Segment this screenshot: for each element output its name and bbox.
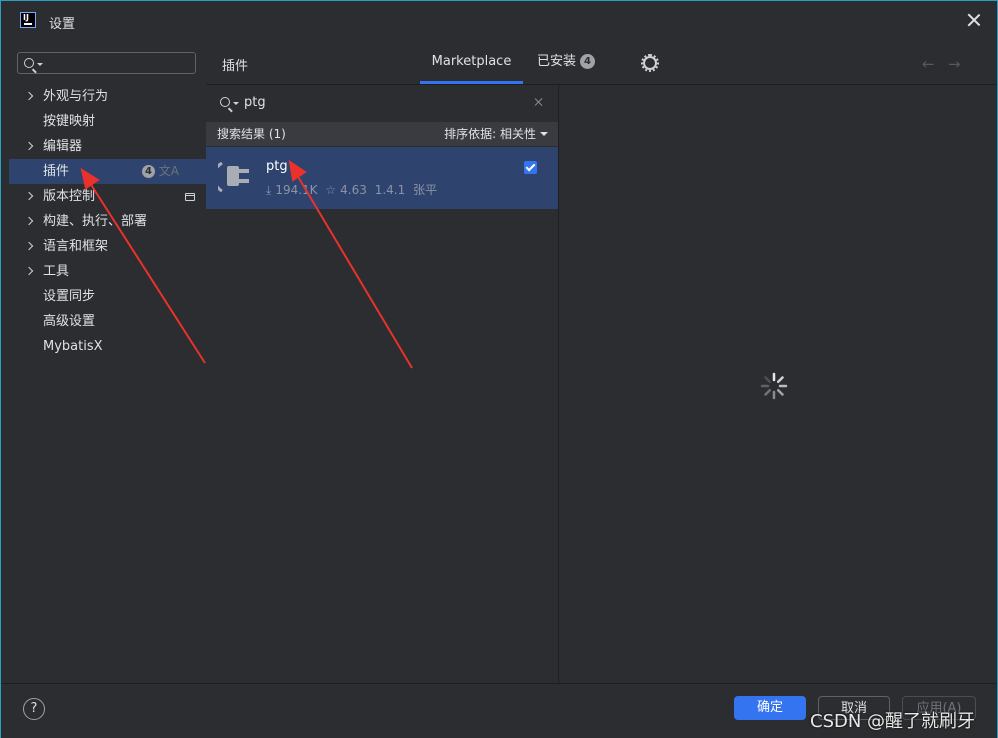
clear-search-icon[interactable] <box>534 97 544 107</box>
close-icon[interactable] <box>965 11 983 29</box>
search-results-header: 搜索结果 (1) 排序依据: 相关性 <box>206 122 558 146</box>
plugin-version: 1.4.1 <box>374 183 406 197</box>
settings-sidebar: 外观与行为 按键映射 编辑器 插件 4 文A 版本控制 构建、执行、部署 语言和… <box>9 41 206 683</box>
search-icon <box>220 97 230 107</box>
sidebar-item-label: MybatisX <box>43 339 103 354</box>
sidebar-search-input[interactable] <box>17 52 196 74</box>
translate-icon: 文A <box>158 164 179 178</box>
plugin-rating: 4.63 <box>340 183 367 197</box>
sidebar-item-tools[interactable]: 工具 <box>9 259 206 284</box>
plugin-meta: ⤓ 194.1K ☆ 4.63 1.4.1 张平 <box>266 181 441 198</box>
plugins-panel: 插件 Marketplace 已安装 4 ← → ptg 搜索结果 (1) 排序依… <box>206 41 997 683</box>
sidebar-item-label: 语言和框架 <box>43 239 109 254</box>
back-arrow-icon[interactable]: ← <box>922 55 935 73</box>
plugins-header: 插件 Marketplace 已安装 4 ← → <box>206 41 997 85</box>
sort-dropdown[interactable]: 排序依据: 相关性 <box>444 122 548 146</box>
chevron-right-icon[interactable] <box>24 216 34 226</box>
help-button[interactable]: ? <box>23 698 45 720</box>
tab-marketplace[interactable]: Marketplace <box>420 41 523 84</box>
tab-installed-label: 已安装 <box>537 54 577 69</box>
gear-icon[interactable] <box>641 54 659 72</box>
forward-arrow-icon[interactable]: → <box>948 55 961 73</box>
download-icon: ⤓ <box>266 183 272 197</box>
page-title: 插件 <box>222 59 249 74</box>
settings-dialog: IJ 设置 外观与行为 按键映射 编辑器 插件 4 文A 版本控制 构建、执行、… <box>0 0 998 738</box>
sidebar-item-label: 按键映射 <box>43 114 96 129</box>
search-icon <box>24 58 34 68</box>
project-scope-icon <box>185 193 195 201</box>
plugin-list-item[interactable]: ptg ⤓ 194.1K ☆ 4.63 1.4.1 张平 <box>206 147 558 209</box>
chevron-right-icon[interactable] <box>24 91 34 101</box>
plugin-detail-pane <box>559 85 997 683</box>
sidebar-item-languages[interactable]: 语言和框架 <box>9 234 206 259</box>
sidebar-item-label: 构建、执行、部署 <box>43 214 148 229</box>
tab-installed[interactable]: 已安装 4 <box>537 41 596 84</box>
sidebar-item-appearance[interactable]: 外观与行为 <box>9 84 206 109</box>
plugin-icon <box>218 161 249 193</box>
sidebar-tree: 外观与行为 按键映射 编辑器 插件 4 文A 版本控制 构建、执行、部署 语言和… <box>9 84 206 359</box>
plugin-search-value: ptg <box>244 95 266 110</box>
title-bar: IJ 设置 <box>1 1 997 41</box>
sidebar-item-advanced[interactable]: 高级设置 <box>9 309 206 334</box>
search-options-chevron-icon <box>37 63 43 66</box>
plugin-vendor: 张平 <box>413 183 438 197</box>
sidebar-item-version-control[interactable]: 版本控制 <box>9 184 206 209</box>
search-options-chevron-icon <box>233 102 239 105</box>
window-title: 设置 <box>49 17 76 32</box>
sidebar-item-label: 设置同步 <box>43 289 96 304</box>
plugin-list-pane: ptg 搜索结果 (1) 排序依据: 相关性 ptg ⤓ 194.1K ☆ 4.63 <box>206 85 559 683</box>
watermark: CSDN @醒了就刷牙 <box>810 711 976 732</box>
sort-label: 排序依据: 相关性 <box>444 127 536 141</box>
sidebar-item-plugins[interactable]: 插件 4 文A <box>9 159 206 184</box>
loading-spinner-icon <box>760 372 788 400</box>
sidebar-item-settings-sync[interactable]: 设置同步 <box>9 284 206 309</box>
sidebar-item-label: 编辑器 <box>43 139 83 154</box>
plugin-installed-checkbox[interactable] <box>524 161 537 174</box>
sidebar-item-keymap[interactable]: 按键映射 <box>9 109 206 134</box>
chevron-right-icon[interactable] <box>24 266 34 276</box>
star-icon: ☆ <box>325 183 337 197</box>
sidebar-item-editor[interactable]: 编辑器 <box>9 134 206 159</box>
plugin-name: ptg <box>266 159 288 174</box>
chevron-right-icon[interactable] <box>24 241 34 251</box>
ok-button[interactable]: 确定 <box>734 696 806 720</box>
sidebar-item-label: 工具 <box>43 264 70 279</box>
chevron-right-icon[interactable] <box>24 141 34 151</box>
sidebar-item-label: 插件 <box>43 164 70 179</box>
search-results-label: 搜索结果 (1) <box>217 127 286 141</box>
sidebar-item-build[interactable]: 构建、执行、部署 <box>9 209 206 234</box>
sidebar-item-label: 外观与行为 <box>43 89 109 104</box>
plugin-downloads: 194.1K <box>275 183 318 197</box>
sidebar-item-label: 版本控制 <box>43 189 96 204</box>
plugins-update-badge: 4 <box>142 165 155 178</box>
chevron-down-icon <box>540 132 548 136</box>
sidebar-item-label: 高级设置 <box>43 314 96 329</box>
installed-count-badge: 4 <box>580 54 596 69</box>
intellij-app-icon: IJ <box>20 12 36 28</box>
plugin-search-input[interactable]: ptg <box>206 85 558 121</box>
sidebar-item-mybatisx[interactable]: MybatisX <box>9 334 206 359</box>
chevron-right-icon[interactable] <box>24 191 34 201</box>
